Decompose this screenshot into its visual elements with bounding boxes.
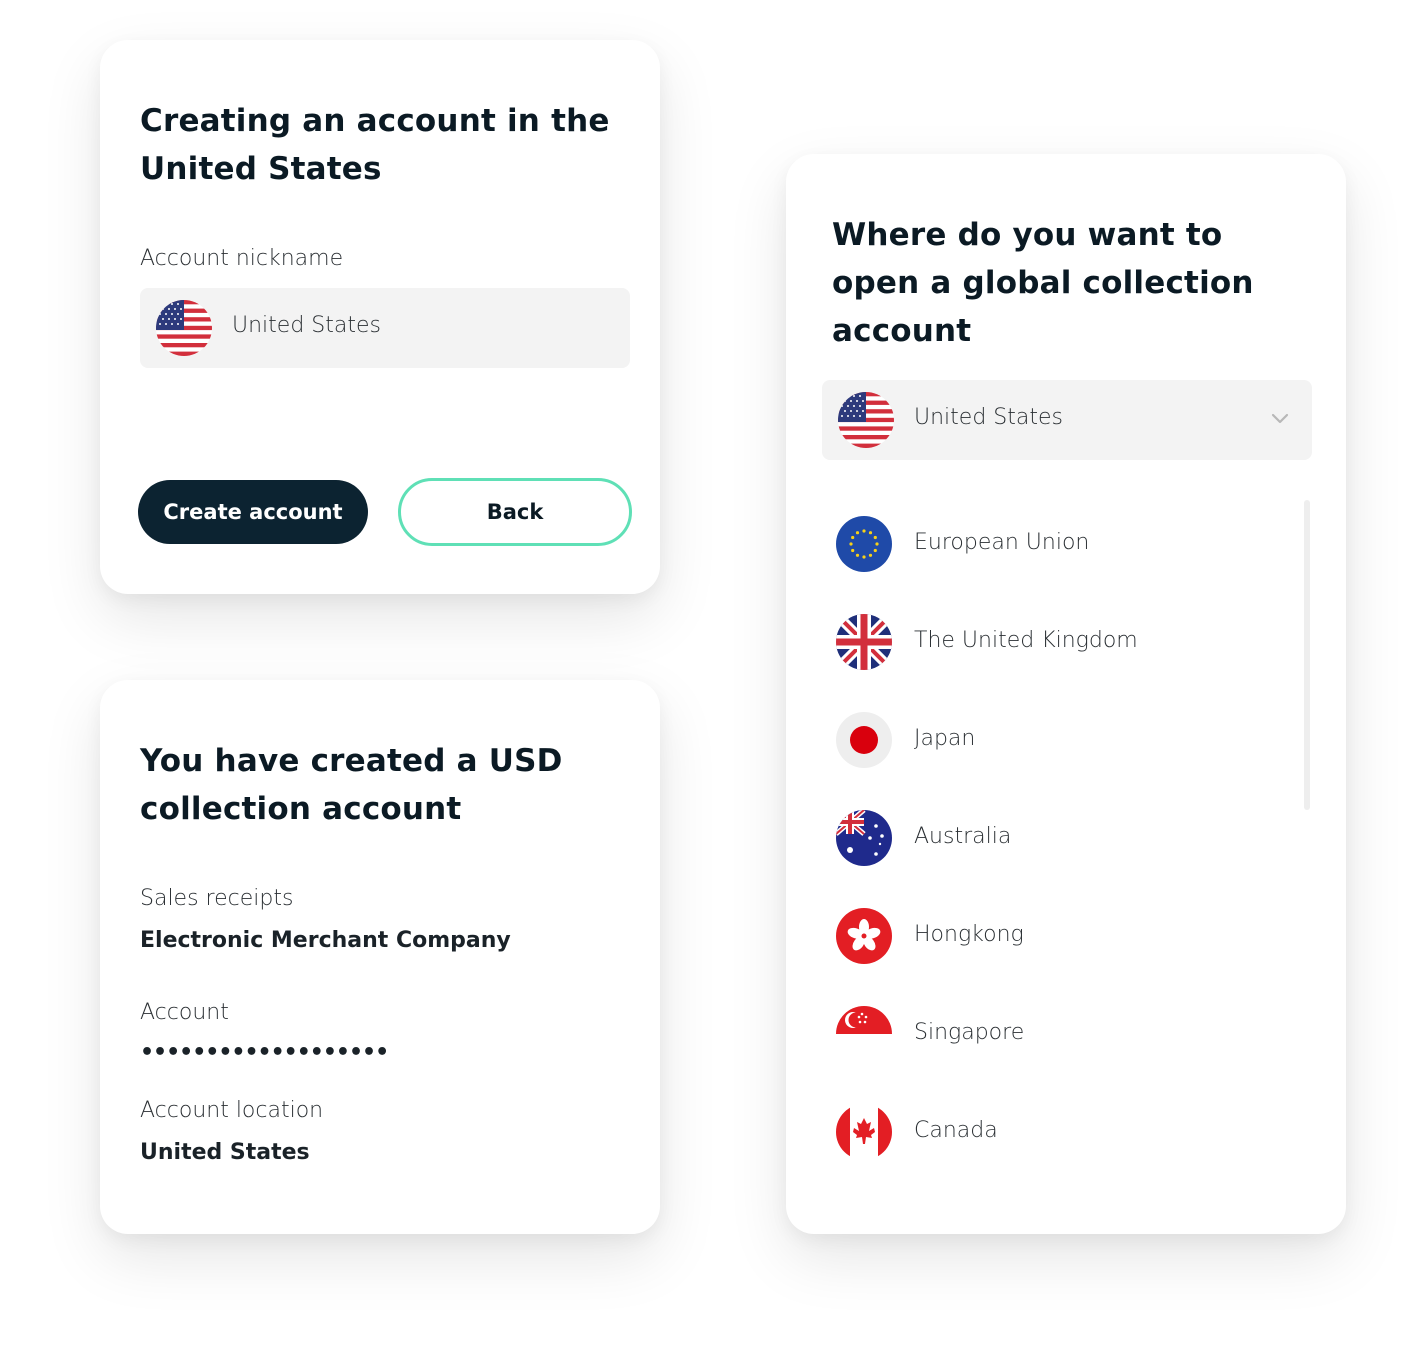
japan-flag-icon [836,712,892,768]
country-name: The United Kingdom [914,628,1138,653]
account-created-card: You have created a USD collection accoun… [100,680,660,1234]
country-list: European Union The United Kingdom Japan … [786,494,1346,1194]
back-button[interactable]: Back [398,478,632,546]
account-label: Account [140,1000,229,1025]
country-item-canada[interactable]: Canada [836,1102,1256,1162]
country-name: Australia [914,824,1012,849]
sales-receipts-label: Sales receipts [140,886,294,911]
account-number-masked: ••••••••••••••••••• [140,1040,389,1065]
country-dropdown[interactable]: United States [822,380,1312,460]
us-flag-icon [838,392,894,448]
australia-flag-icon [836,810,892,866]
create-account-title: Creating an account in the United States [140,103,610,187]
create-account-card: Creating an account in the United States… [100,40,660,594]
country-item-australia[interactable]: Australia [836,808,1256,868]
country-name: Canada [914,1118,998,1143]
country-list-scrollbar[interactable] [1304,500,1310,810]
uk-flag-icon [836,614,892,670]
hongkong-flag-icon [836,908,892,964]
country-item-european-union[interactable]: European Union [836,514,1256,574]
account-nickname-field[interactable]: United States [140,288,630,368]
account-nickname-value: United States [232,313,381,338]
country-select-card: Where do you want to open a global colle… [786,154,1346,1234]
us-flag-icon [156,300,212,356]
canada-flag-icon [836,1104,892,1160]
account-nickname-label: Account nickname [140,246,344,271]
create-account-button[interactable]: Create account [138,480,368,544]
account-location-value: United States [140,1140,310,1165]
country-name: Singapore [914,1020,1025,1045]
country-name: Hongkong [914,922,1024,947]
selected-country: United States [914,405,1063,430]
sales-receipts-value: Electronic Merchant Company [140,928,511,953]
account-created-title: You have created a USD collection accoun… [140,743,563,827]
country-select-title: Where do you want to open a global colle… [832,217,1254,349]
country-item-united-kingdom[interactable]: The United Kingdom [836,612,1256,672]
chevron-down-icon [1271,413,1289,424]
country-item-singapore[interactable]: Singapore [836,1004,1256,1064]
account-location-label: Account location [140,1098,324,1123]
country-name: European Union [914,530,1090,555]
singapore-flag-icon [836,1006,892,1062]
eu-flag-icon [836,516,892,572]
country-name: Japan [914,726,976,751]
country-item-japan[interactable]: Japan [836,710,1256,770]
country-item-hongkong[interactable]: Hongkong [836,906,1256,966]
